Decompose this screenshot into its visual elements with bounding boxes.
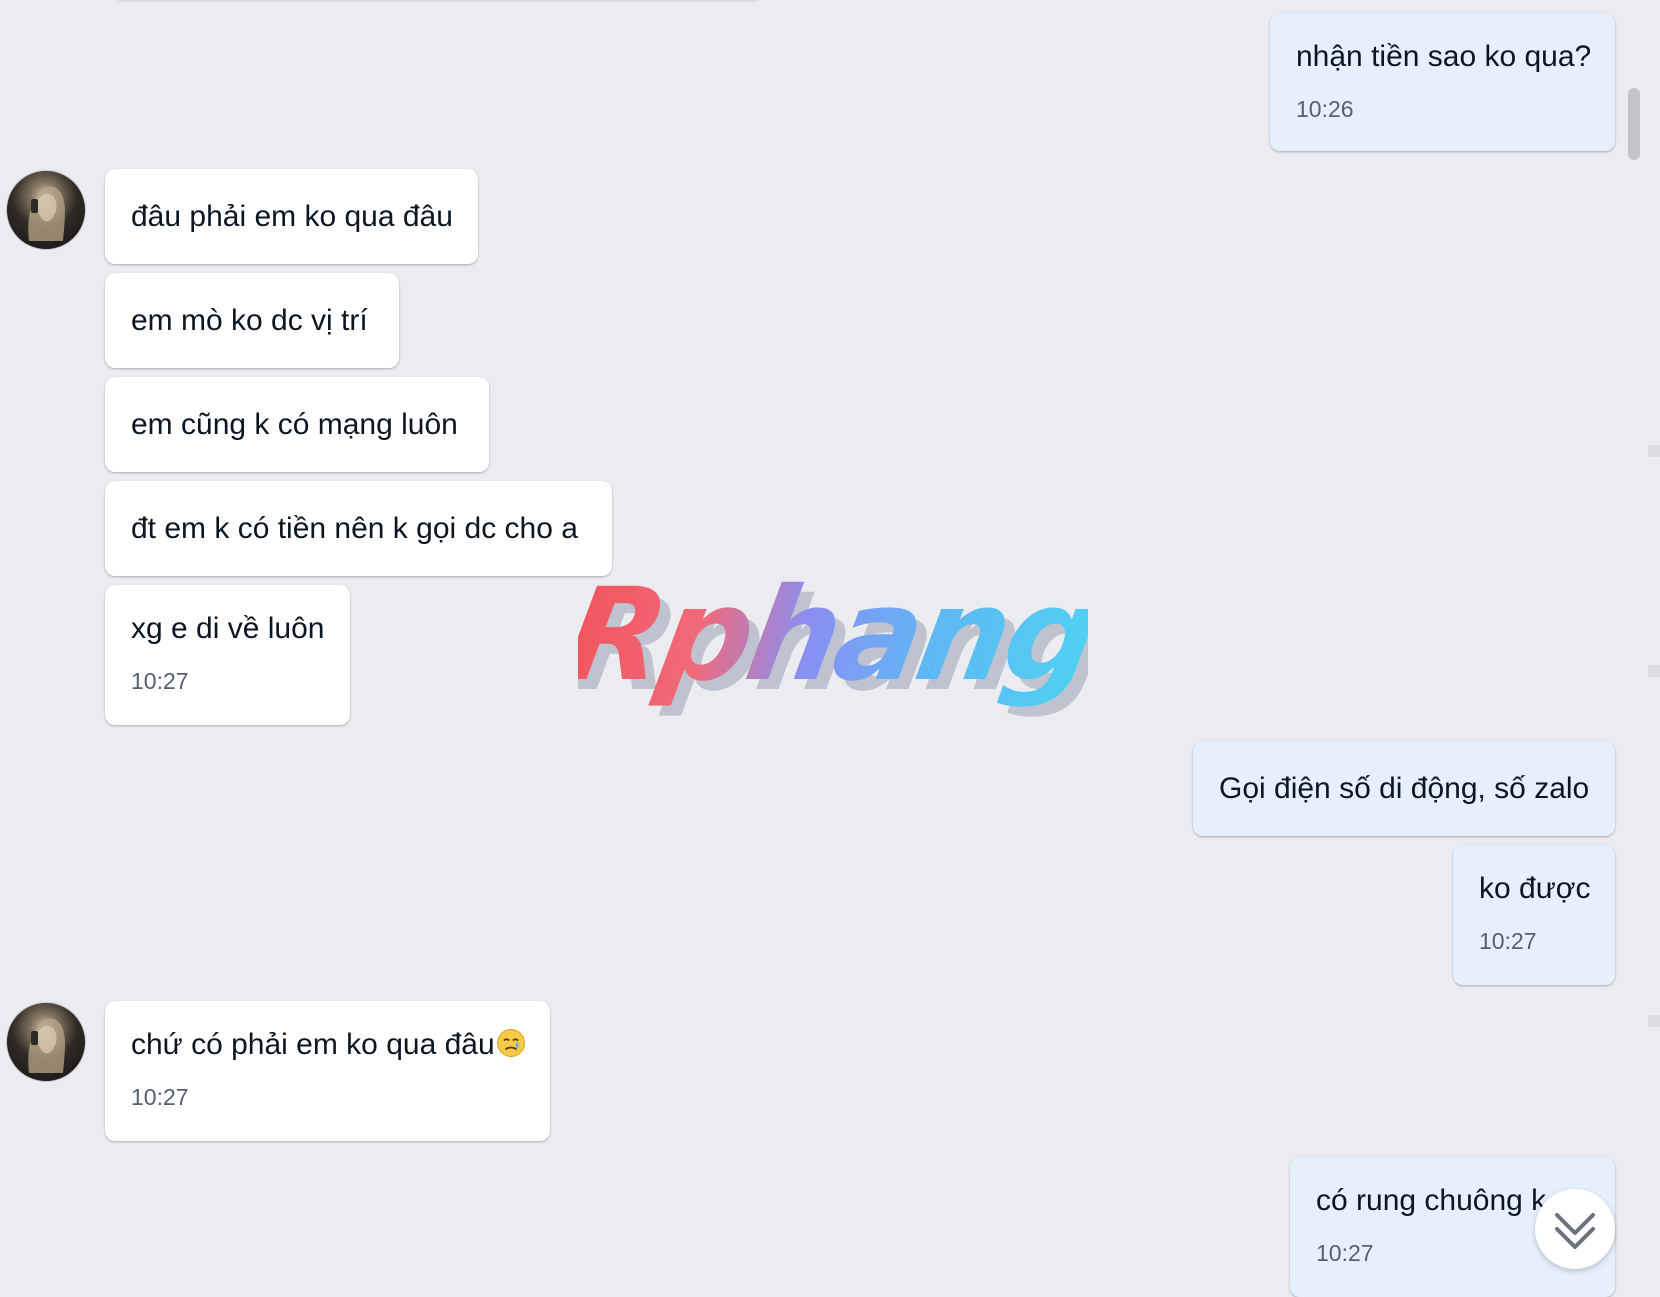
scroll-to-bottom-button[interactable] — [1535, 1189, 1615, 1269]
message-text: đt em k có tiền nên k gọi dc cho a — [131, 512, 578, 545]
double-chevron-down-icon — [1555, 1213, 1595, 1249]
message-bubble-outgoing[interactable]: Gọi điện số di động, số zalo — [1193, 741, 1615, 836]
message-text: Gọi điện số di động, số zalo — [1219, 772, 1590, 805]
crying-face-emoji-icon — [496, 1029, 525, 1057]
message-bubble-incoming[interactable]: đâu phải em ko qua đâu — [105, 169, 478, 264]
message-time: 10:27 — [1316, 1240, 1374, 1266]
message-text: em cũng k có mạng luôn — [131, 408, 458, 441]
divider — [118, 0, 758, 2]
message-bubble-incoming[interactable]: em cũng k có mạng luôn — [105, 377, 489, 472]
message-bubble-outgoing[interactable]: ko được 10:27 — [1453, 845, 1615, 985]
message-time: 10:27 — [131, 1084, 189, 1110]
divider — [1648, 665, 1660, 677]
watermark-logo: Rphang Rphang — [578, 575, 1088, 720]
message-text: ko được — [1479, 872, 1591, 905]
message-bubble-incoming[interactable]: đt em k có tiền nên k gọi dc cho a — [105, 481, 612, 576]
message-bubble-incoming[interactable]: em mò ko dc vị trí — [105, 273, 399, 368]
message-time: 10:27 — [131, 668, 189, 694]
message-text-content: chứ có phải em ko qua đâu — [131, 1028, 495, 1061]
scrollbar-thumb[interactable] — [1628, 88, 1640, 160]
divider — [1648, 445, 1660, 457]
message-text: xg e di về luôn — [131, 612, 325, 645]
contact-avatar[interactable] — [6, 170, 86, 250]
message-time: 10:27 — [1479, 928, 1537, 954]
message-text: nhận tiền sao ko qua? — [1296, 40, 1592, 73]
message-text: đâu phải em ko qua đâu — [131, 200, 453, 233]
divider — [1648, 1015, 1660, 1027]
chat-message-list[interactable]: nhận tiền sao ko qua? 10:26 đâu phải em … — [0, 0, 1660, 1297]
message-time: 10:26 — [1296, 96, 1354, 122]
message-bubble-incoming[interactable]: chứ có phải em ko qua đâu 10:27 — [105, 1001, 550, 1141]
message-text: có rung chuông k — [1316, 1184, 1547, 1217]
message-text: chứ có phải em ko qua đâu — [131, 1027, 526, 1063]
message-bubble-incoming[interactable]: xg e di về luôn 10:27 — [105, 585, 350, 725]
contact-avatar[interactable] — [6, 1002, 86, 1082]
message-text: em mò ko dc vị trí — [131, 304, 368, 337]
svg-text:Rphang: Rphang — [578, 575, 1088, 710]
message-bubble-outgoing[interactable]: nhận tiền sao ko qua? 10:26 — [1270, 13, 1615, 151]
